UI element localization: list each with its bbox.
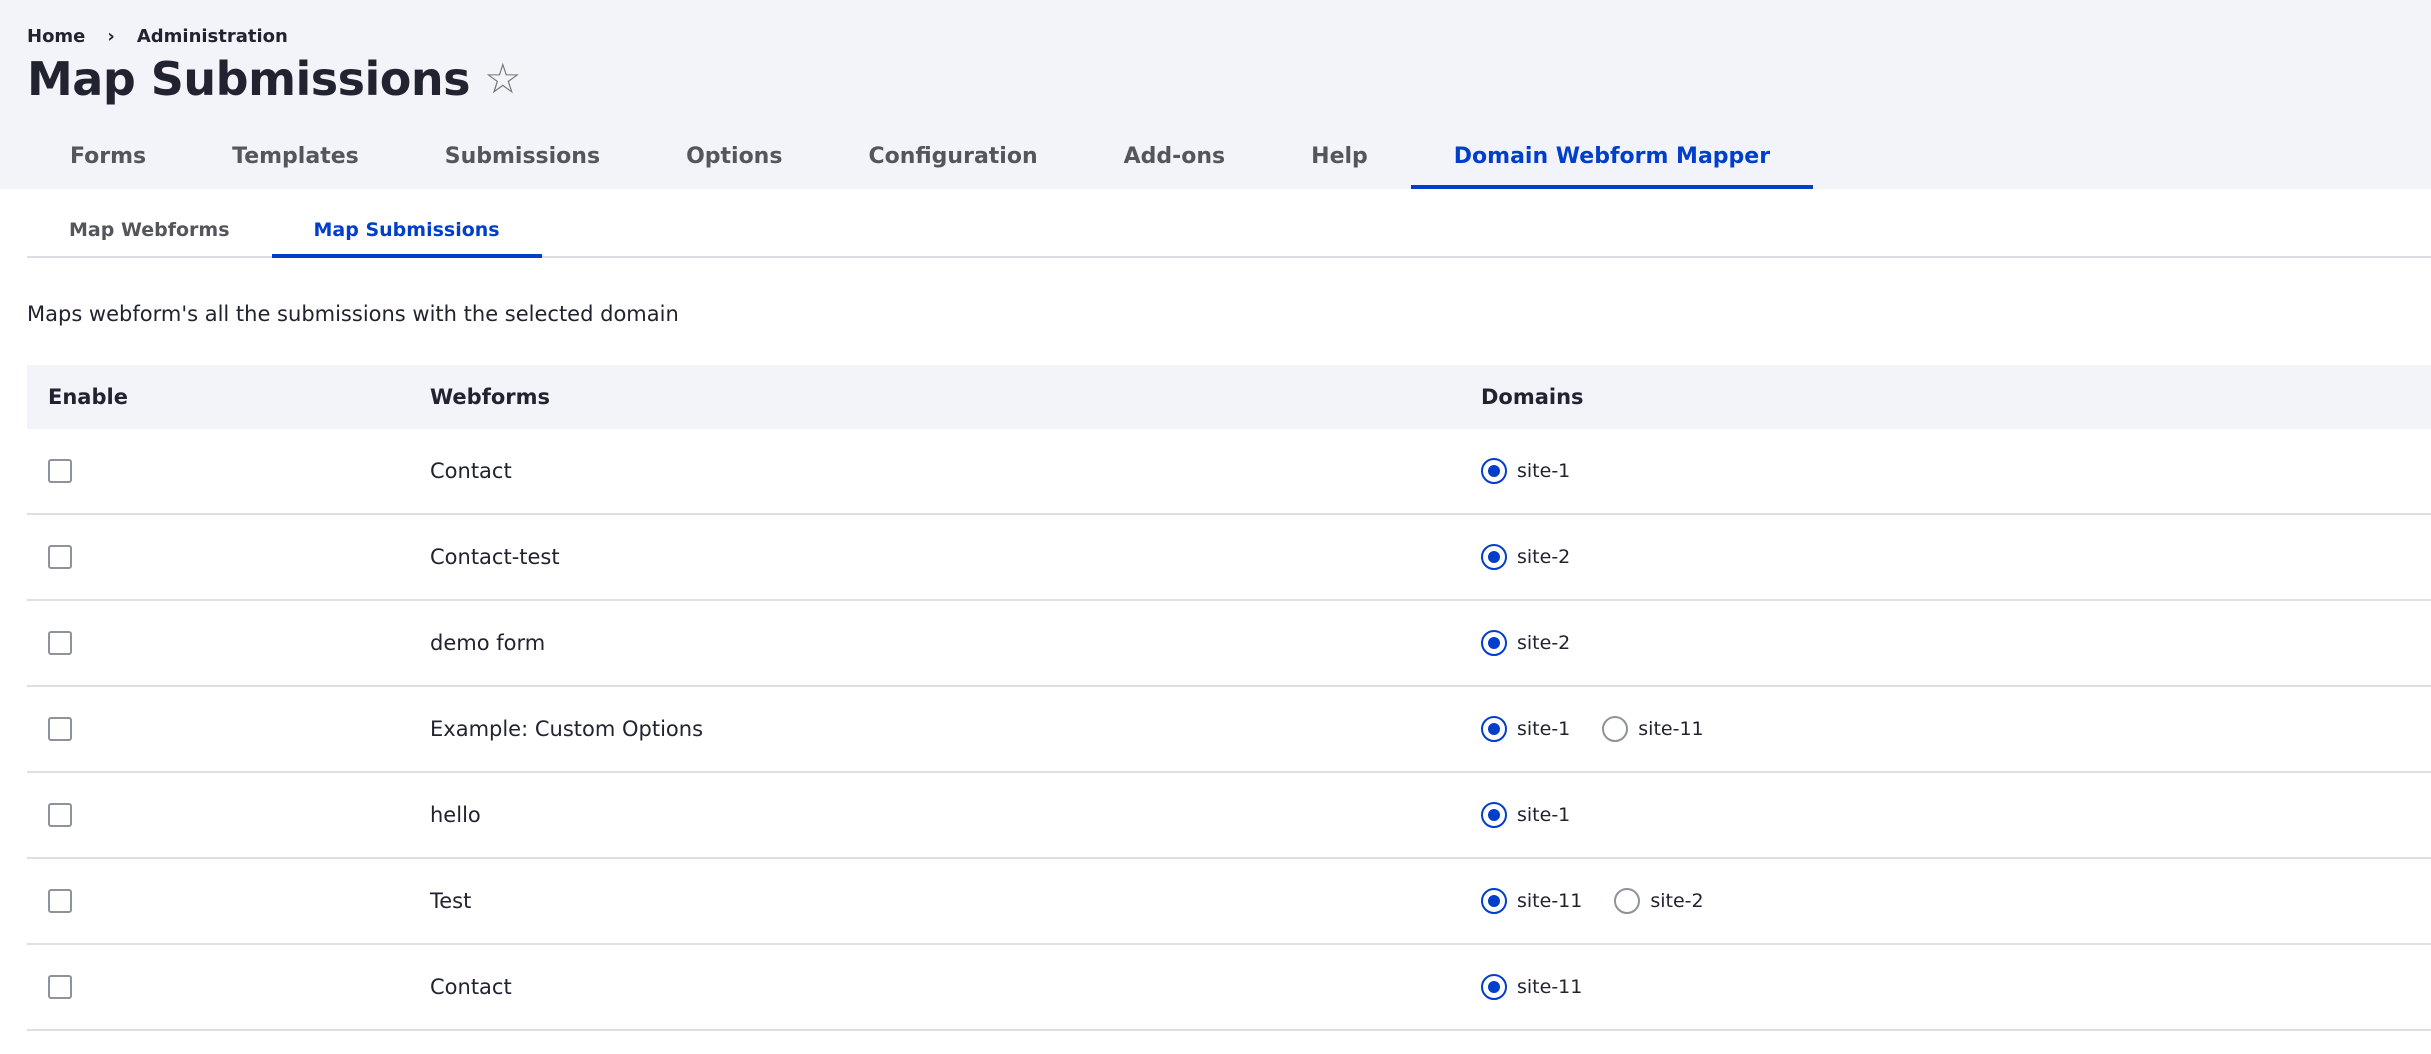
enable-cell bbox=[27, 889, 430, 913]
enable-cell bbox=[27, 545, 430, 569]
enable-checkbox[interactable] bbox=[48, 975, 72, 999]
webform-name: Contact bbox=[430, 459, 512, 483]
domain-radio-group: site-11 bbox=[1481, 974, 2431, 1000]
table-row: Contact-test site-2 bbox=[27, 515, 2431, 601]
subtab-map-webforms[interactable]: Map Webforms bbox=[27, 208, 272, 258]
tab-add-ons[interactable]: Add-ons bbox=[1081, 132, 1269, 189]
domain-label: site-2 bbox=[1517, 632, 1571, 654]
enable-checkbox[interactable] bbox=[48, 631, 72, 655]
page-header: Home › Administration Map Submissions ☆ … bbox=[0, 0, 2431, 189]
domain-radio-group: site-1 site-11 bbox=[1481, 716, 2431, 742]
domain-radio-group: site-1 bbox=[1481, 802, 2431, 828]
domain-radio[interactable] bbox=[1481, 716, 1507, 742]
webform-mapping-table: Enable Webforms Domains Contact site-1 Con… bbox=[27, 365, 2431, 1031]
domain-option[interactable]: site-1 bbox=[1481, 802, 1570, 828]
domain-radio[interactable] bbox=[1481, 802, 1507, 828]
enable-cell bbox=[27, 803, 430, 827]
title-row: Map Submissions ☆ bbox=[27, 52, 522, 106]
domain-radio-group: site-2 bbox=[1481, 630, 2431, 656]
tab-configuration[interactable]: Configuration bbox=[825, 132, 1080, 189]
subtab-map-submissions[interactable]: Map Submissions bbox=[271, 208, 542, 258]
domain-option[interactable]: site-1 bbox=[1481, 716, 1570, 742]
webform-name: Test bbox=[430, 889, 472, 913]
tab-templates[interactable]: Templates bbox=[189, 132, 402, 189]
webform-name: Contact-test bbox=[430, 545, 560, 569]
webform-name: Contact bbox=[430, 975, 512, 999]
secondary-tabs: Map Webforms Map Submissions bbox=[27, 208, 2431, 258]
star-icon[interactable]: ☆ bbox=[484, 58, 522, 100]
domain-radio-group: site-2 bbox=[1481, 544, 2431, 570]
table-body: Contact site-1 Contact-test site-2 demo form… bbox=[27, 429, 2431, 1031]
domain-option[interactable]: site-11 bbox=[1602, 716, 1704, 742]
webform-name: hello bbox=[430, 803, 481, 827]
enable-checkbox[interactable] bbox=[48, 889, 72, 913]
table-row: Test site-11 site-2 bbox=[27, 859, 2431, 945]
tab-submissions[interactable]: Submissions bbox=[402, 132, 643, 189]
domain-label: site-2 bbox=[1517, 546, 1571, 568]
header-enable: Enable bbox=[48, 385, 128, 409]
table-row: Example: Custom Options site-1 site-11 bbox=[27, 687, 2431, 773]
table-row: Contact site-11 bbox=[27, 945, 2431, 1031]
tab-forms[interactable]: Forms bbox=[27, 132, 189, 189]
domain-label: site-11 bbox=[1517, 976, 1583, 998]
domain-option[interactable]: site-2 bbox=[1481, 630, 1570, 656]
enable-checkbox[interactable] bbox=[48, 545, 72, 569]
enable-cell bbox=[27, 717, 430, 741]
domain-radio-group: site-11 site-2 bbox=[1481, 888, 2431, 914]
domain-option[interactable]: site-1 bbox=[1481, 458, 1570, 484]
enable-checkbox[interactable] bbox=[48, 717, 72, 741]
table-row: Contact site-1 bbox=[27, 429, 2431, 515]
table-row: hello site-1 bbox=[27, 773, 2431, 859]
tab-help[interactable]: Help bbox=[1268, 132, 1411, 189]
enable-cell bbox=[27, 459, 430, 483]
breadcrumb-separator-icon: › bbox=[107, 26, 115, 47]
page-description: Maps webform's all the submissions with … bbox=[27, 302, 679, 326]
tab-options[interactable]: Options bbox=[643, 132, 825, 189]
page-title: Map Submissions bbox=[27, 52, 471, 106]
tab-domain-webform-mapper[interactable]: Domain Webform Mapper bbox=[1410, 132, 1814, 189]
domain-label: site-2 bbox=[1650, 890, 1704, 912]
domain-radio[interactable] bbox=[1614, 888, 1641, 914]
enable-cell bbox=[27, 631, 430, 655]
enable-checkbox[interactable] bbox=[48, 803, 72, 827]
domain-radio[interactable] bbox=[1481, 458, 1507, 484]
domain-radio[interactable] bbox=[1602, 716, 1629, 742]
table-row: demo form site-2 bbox=[27, 601, 2431, 687]
webform-name: demo form bbox=[430, 631, 546, 655]
domain-label: site-1 bbox=[1517, 718, 1571, 740]
primary-tabs: Forms Templates Submissions Options Configur… bbox=[27, 132, 1814, 189]
domain-option[interactable]: site-11 bbox=[1481, 888, 1582, 914]
enable-cell bbox=[27, 975, 430, 999]
domain-radio[interactable] bbox=[1481, 544, 1507, 570]
breadcrumb: Home › Administration bbox=[27, 26, 288, 47]
header-domains: Domains bbox=[1481, 385, 1584, 409]
domain-label: site-11 bbox=[1517, 890, 1583, 912]
domain-label: site-1 bbox=[1517, 460, 1571, 482]
webform-name: Example: Custom Options bbox=[430, 717, 704, 741]
table-header: Enable Webforms Domains bbox=[27, 365, 2431, 429]
header-webforms: Webforms bbox=[430, 385, 550, 409]
domain-radio[interactable] bbox=[1481, 630, 1507, 656]
domain-label: site-1 bbox=[1517, 804, 1571, 826]
domain-radio-group: site-1 bbox=[1481, 458, 2431, 484]
domain-option[interactable]: site-2 bbox=[1614, 888, 1704, 914]
domain-option[interactable]: site-11 bbox=[1481, 974, 1582, 1000]
domain-option[interactable]: site-2 bbox=[1481, 544, 1570, 570]
domain-radio[interactable] bbox=[1481, 888, 1507, 914]
enable-checkbox[interactable] bbox=[48, 459, 72, 483]
domain-radio[interactable] bbox=[1481, 974, 1507, 1000]
breadcrumb-administration-link[interactable]: Administration bbox=[137, 26, 288, 47]
domain-label: site-11 bbox=[1638, 718, 1704, 740]
breadcrumb-home-link[interactable]: Home bbox=[27, 26, 85, 47]
